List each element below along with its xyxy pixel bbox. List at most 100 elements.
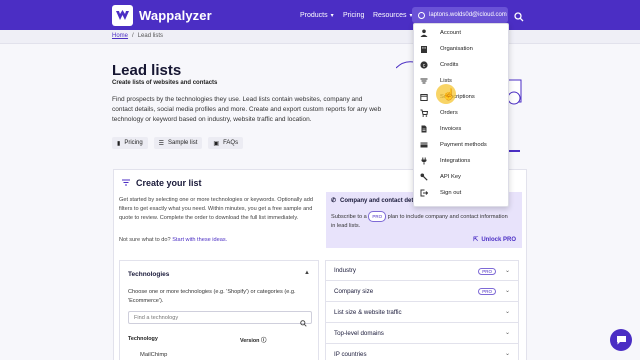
- chat-icon: ▣: [213, 140, 220, 147]
- create-list-help: Not sure what to do? Start with these id…: [119, 237, 227, 243]
- account-email: laptons.wolds0d@icloud.com: [429, 12, 507, 18]
- hero-links: ▮ Pricing ☰ Sample list ▣ FAQs: [112, 137, 244, 149]
- technology-name: MailChimp: [140, 352, 168, 358]
- pro-badge: PRO: [368, 211, 387, 222]
- top-navbar: Wappalyzer Products ▾ Pricing Resources ▾ …: [0, 0, 640, 30]
- promo-title: ✆ Company and contact deta: [331, 197, 417, 205]
- chat-icon: [616, 336, 626, 345]
- coin-icon: c: [420, 61, 428, 69]
- technologies-description: Choose one or more technologies (e.g. 'S…: [128, 289, 296, 304]
- nav-resources-label: Resources: [373, 11, 407, 19]
- search-icon: [300, 314, 307, 332]
- menu-item-integrations[interactable]: Integrations: [414, 153, 510, 169]
- menu-item-label: Sign out: [440, 190, 462, 196]
- phone-icon: ✆: [331, 198, 337, 204]
- building-icon: [420, 45, 428, 53]
- faqs-chip[interactable]: ▣ FAQs: [208, 137, 244, 149]
- filter-company-size[interactable]: Company size PRO ⌄: [325, 281, 519, 302]
- document-icon: [420, 125, 428, 133]
- hand-pointer-icon: ☝: [442, 89, 456, 101]
- brand-name: Wappalyzer: [139, 8, 212, 23]
- menu-item-label: Account: [440, 30, 461, 36]
- technology-search-input[interactable]: [128, 311, 312, 324]
- filter-ip-countries[interactable]: IP countries ⌄: [325, 344, 519, 360]
- menu-item-label: Payment methods: [440, 142, 487, 148]
- pricing-chip[interactable]: ▮ Pricing: [112, 137, 148, 149]
- create-list-description: Get started by selecting one or more tec…: [119, 197, 314, 221]
- breadcrumb-home[interactable]: Home: [112, 33, 128, 39]
- pro-badge: PRO: [478, 288, 496, 295]
- chevron-down-icon: ⌄: [504, 309, 510, 315]
- page-title: Lead lists: [112, 62, 182, 79]
- chat-bubble-button[interactable]: [610, 329, 632, 351]
- menu-item-label: Orders: [440, 110, 458, 116]
- filter-tld[interactable]: Top-level domains ⌄: [325, 323, 519, 344]
- promo-title-text: Company and contact deta: [340, 197, 417, 204]
- filter-list: Industry PRO ⌄ Company size PRO ⌄ List s…: [325, 260, 519, 360]
- page-description: Find prospects by the technologies they …: [112, 96, 382, 123]
- technology-table-header: Technology Version ⓘ: [128, 336, 312, 344]
- col-version: Version ⓘ: [240, 336, 266, 344]
- filter-label: Industry: [334, 267, 357, 274]
- filter-icon: [122, 178, 130, 188]
- menu-item-payment-methods[interactable]: Payment methods: [414, 137, 510, 153]
- nav-products[interactable]: Products ▾: [300, 0, 334, 30]
- col-technology: Technology: [128, 336, 158, 342]
- info-icon: ⓘ: [260, 338, 267, 344]
- search-icon[interactable]: [514, 9, 524, 27]
- menu-item-invoices[interactable]: Invoices: [414, 121, 510, 137]
- menu-item-orders[interactable]: Orders: [414, 105, 510, 121]
- list-icon: ☰: [158, 140, 165, 147]
- menu-item-account[interactable]: Account: [414, 25, 510, 41]
- menu-item-subscriptions[interactable]: Subscriptions: [414, 89, 510, 105]
- nav-pricing-label: Pricing: [343, 11, 365, 19]
- breadcrumb-separator: /: [132, 33, 134, 39]
- chevron-down-icon: ⌄: [504, 288, 510, 294]
- promo-text: Subscribe to a PRO plan to include compa…: [331, 211, 511, 231]
- filter-industry[interactable]: Industry PRO ⌄: [325, 260, 519, 281]
- unlock-pro-link[interactable]: ⇱ Unlock PRO: [473, 236, 516, 244]
- menu-item-organisation[interactable]: Organisation: [414, 41, 510, 57]
- help-link[interactable]: Start with these ideas.: [172, 237, 227, 243]
- sample-list-chip[interactable]: ☰ Sample list: [153, 137, 203, 149]
- filter-label: Company size: [334, 287, 374, 295]
- pro-badge: PRO: [478, 268, 496, 275]
- nav-products-label: Products: [300, 11, 328, 19]
- menu-item-api-key[interactable]: API Key: [414, 169, 510, 185]
- cart-icon: [420, 109, 428, 117]
- chevron-down-icon: ⌄: [504, 351, 510, 357]
- account-menu-button[interactable]: laptons.wolds0d@icloud.com: [412, 7, 508, 23]
- signout-icon: [420, 189, 428, 197]
- create-list-title: Create your list: [122, 178, 202, 188]
- breadcrumb: Home / Lead lists: [112, 33, 163, 39]
- filter-label: IP countries: [334, 350, 367, 358]
- filter-label: Top-level domains: [334, 329, 384, 337]
- technologies-title: Technologies: [128, 271, 170, 278]
- chevron-down-icon: ⌄: [504, 268, 510, 274]
- nav-resources[interactable]: Resources ▾: [373, 0, 412, 30]
- help-prefix: Not sure what to do?: [119, 237, 171, 243]
- chevron-up-icon[interactable]: ▲: [304, 270, 310, 276]
- col-version-label: Version: [240, 338, 260, 344]
- menu-item-label: Credits: [440, 62, 459, 68]
- list-icon: [420, 77, 428, 85]
- brand[interactable]: Wappalyzer: [112, 5, 212, 26]
- sample-list-label: Sample list: [168, 140, 198, 146]
- nav-pricing[interactable]: Pricing: [343, 0, 364, 30]
- page-subtitle: Create lists of websites and contacts: [112, 80, 218, 86]
- faqs-label: FAQs: [223, 140, 239, 146]
- pricing-tag-icon: ▮: [117, 140, 121, 147]
- breadcrumb-bar: Home / Lead lists: [0, 30, 640, 44]
- user-icon: [420, 29, 428, 37]
- chevron-down-icon: ▾: [330, 12, 334, 19]
- account-dropdown-menu: Account Organisation c Credits Lists Sub…: [413, 23, 509, 207]
- menu-item-sign-out[interactable]: Sign out: [414, 185, 510, 201]
- external-link-icon: ⇱: [473, 237, 479, 243]
- menu-item-credits[interactable]: c Credits: [414, 57, 510, 73]
- menu-item-lists[interactable]: Lists: [414, 73, 510, 89]
- key-icon: [420, 173, 428, 181]
- plug-icon: [420, 157, 428, 165]
- chevron-down-icon: ⌄: [504, 330, 510, 336]
- filter-list-size[interactable]: List size & website traffic ⌄: [325, 302, 519, 323]
- menu-item-label: Organisation: [440, 46, 473, 52]
